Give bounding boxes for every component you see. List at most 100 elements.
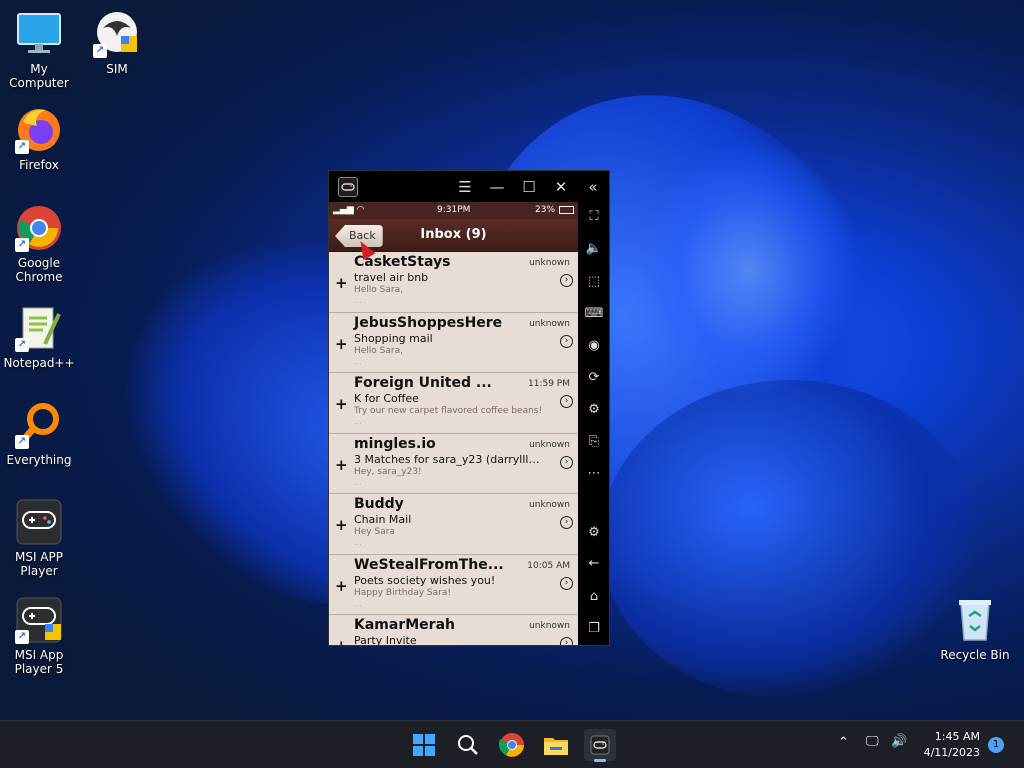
email-date: unknown	[529, 318, 570, 329]
android-screen[interactable]: ▂▄▆ ◠ 9:31PM 23% Back Inbox (9) + Casket…	[329, 202, 578, 645]
open-arrow-icon[interactable]: ›	[560, 274, 573, 287]
battery-percent: 23%	[535, 205, 556, 215]
open-arrow-icon[interactable]: ›	[560, 576, 573, 590]
email-item[interactable]: + Foreign United ... 11:59 PM K for Coff…	[329, 373, 578, 434]
desktop-icon-label: MSI APP Player	[14, 550, 63, 578]
magnifier-icon: ↗	[15, 401, 63, 449]
back-arrow-icon[interactable]: ←	[583, 553, 605, 575]
monitor-icon	[15, 10, 63, 58]
pointer-icon[interactable]: ⬚	[583, 271, 605, 293]
email-item[interactable]: + Buddy unknown Chain Mail Hey Sara ... …	[329, 494, 578, 555]
battery-icon	[559, 206, 574, 214]
email-item[interactable]: + CasketStays unknown travel air bnb Hel…	[329, 252, 578, 313]
email-more: ...	[354, 477, 362, 487]
email-subject: Poets society wishes you!	[354, 573, 496, 587]
macro-icon[interactable]: ⚙	[583, 399, 605, 421]
taskbar-chrome[interactable]	[496, 729, 528, 761]
menu-icon[interactable]: ☰	[453, 175, 477, 199]
desktop-icon-msi-app-player[interactable]: MSI APP Player	[1, 498, 77, 578]
maximize-icon[interactable]: ☐	[517, 175, 541, 199]
volume-icon[interactable]: 🔈	[583, 238, 605, 260]
system-clock[interactable]: 1:45 AM 4/11/2023	[924, 729, 980, 761]
desktop-icon-everything[interactable]: ↗ Everything	[1, 401, 77, 467]
taskbar-msi-app-player[interactable]	[584, 729, 616, 762]
desktop-icon-label: Recycle Bin	[940, 648, 1010, 662]
desktop-icon-msi-app-player-5[interactable]: ↗ MSI App Player 5	[1, 596, 77, 676]
email-item[interactable]: + WeStealFromThe... 10:05 AM Poets socie…	[329, 554, 578, 615]
desktop-icon-recycle-bin[interactable]: Recycle Bin	[937, 596, 1013, 662]
recent-apps-icon[interactable]: ❐	[583, 618, 605, 640]
recycle-bin-icon	[951, 596, 999, 644]
email-item[interactable]: + JebusShoppesHere unknown Shopping mail…	[329, 312, 578, 373]
email-sender: JebusShoppesHere	[354, 314, 503, 331]
home-icon[interactable]: ⌂	[583, 586, 605, 608]
inbox-list[interactable]: + CasketStays unknown travel air bnb Hel…	[329, 252, 578, 645]
expand-plus-icon[interactable]: +	[335, 274, 348, 292]
email-item[interactable]: + mingles.io unknown 3 Matches for sara_…	[329, 433, 578, 494]
sim-icon: ↗	[93, 10, 141, 58]
shortcut-arrow-icon: ↗	[15, 630, 29, 644]
wallpaper-bloom	[640, 140, 860, 400]
email-item[interactable]: + KamarMerah unknown Party Invite ›	[329, 615, 578, 645]
clock-time: 1:45 AM	[934, 730, 980, 743]
desktop-icon-sim[interactable]: ↗ SIM	[79, 10, 155, 76]
expand-plus-icon[interactable]: +	[335, 335, 348, 353]
minimize-icon[interactable]: —	[485, 175, 509, 199]
expand-plus-icon[interactable]: +	[335, 456, 348, 474]
more-options-icon[interactable]: ⋯	[583, 463, 605, 485]
taskbar: ⌃ 🖵 🔊 1:45 AM 4/11/2023 1	[0, 720, 1024, 768]
email-preview: Hello Sara,	[354, 345, 403, 356]
emulator-window[interactable]: ☰ — ☐ ✕ « ▂▄▆ ◠ 9:31PM 23% Back Inbox (9…	[328, 170, 610, 646]
desktop-icon-my-computer[interactable]: My Computer	[1, 10, 77, 90]
show-hidden-icons-chevron-icon[interactable]: ⌃	[838, 735, 849, 750]
expand-plus-icon[interactable]: +	[335, 516, 348, 534]
desktop-icon-label: Google Chrome	[15, 256, 63, 284]
keyboard-icon[interactable]: ⌨	[583, 303, 605, 325]
email-subject: Party Invite	[354, 634, 417, 645]
record-icon[interactable]: ◉	[583, 335, 605, 357]
email-date: unknown	[529, 621, 570, 631]
emulator-titlebar[interactable]: ☰ — ☐ ✕ «	[329, 171, 609, 202]
network-icon[interactable]: 🖵	[866, 734, 879, 749]
fullscreen-icon[interactable]: ⛶	[583, 206, 605, 228]
settings-icon[interactable]: ⚙	[583, 522, 605, 544]
desktop-icon-label: MSI App Player 5	[14, 648, 64, 676]
desktop-icon-label: Notepad++	[3, 356, 75, 370]
email-sender: WeStealFromThe...	[354, 556, 504, 573]
email-sender: Buddy	[354, 496, 404, 512]
speaker-icon[interactable]: 🔊	[891, 734, 907, 749]
desktop-icon-label: Firefox	[19, 158, 59, 172]
gamepad-icon: ↗	[15, 596, 63, 644]
close-icon[interactable]: ✕	[549, 175, 573, 199]
chrome-icon	[498, 733, 524, 757]
open-arrow-icon[interactable]: ›	[560, 637, 573, 645]
desktop-icon-firefox[interactable]: ↗ Firefox	[1, 106, 77, 172]
expand-plus-icon[interactable]: +	[335, 637, 348, 645]
open-arrow-icon[interactable]: ›	[560, 516, 573, 529]
desktop-icon-notepad-plus-plus[interactable]: ↗ Notepad++	[1, 304, 77, 370]
desktop-icon-google-chrome[interactable]: ↗ Google Chrome	[1, 204, 77, 284]
open-arrow-icon[interactable]: ›	[560, 455, 573, 469]
search-icon	[458, 735, 478, 755]
desktop-icon-label: My Computer	[9, 62, 69, 90]
email-date: unknown	[529, 258, 570, 268]
desktop-icon-label: Everything	[6, 453, 72, 467]
clock-date: 4/11/2023	[923, 746, 980, 759]
email-subject: travel air bnb	[354, 271, 429, 284]
folder-icon	[544, 738, 568, 755]
start-button[interactable]	[408, 729, 440, 761]
search-button[interactable]	[452, 729, 484, 761]
windows-logo-icon	[413, 734, 435, 756]
open-arrow-icon[interactable]: ›	[560, 395, 573, 408]
wallpaper-bloom	[600, 380, 980, 700]
rotate-icon[interactable]: ⟳	[583, 367, 605, 389]
email-preview: Try our new carpet flavored coffee beans…	[354, 406, 543, 416]
expand-plus-icon[interactable]: +	[335, 577, 348, 595]
apk-install-icon[interactable]: ⎘	[583, 431, 605, 453]
expand-plus-icon[interactable]: +	[335, 395, 348, 413]
notification-badge[interactable]: 1	[988, 737, 1004, 753]
open-arrow-icon[interactable]: ›	[560, 334, 573, 348]
taskbar-file-explorer[interactable]	[540, 729, 572, 761]
collapse-sidebar-icon[interactable]: «	[581, 175, 605, 199]
email-preview: Hey, sara_y23!	[354, 466, 422, 477]
